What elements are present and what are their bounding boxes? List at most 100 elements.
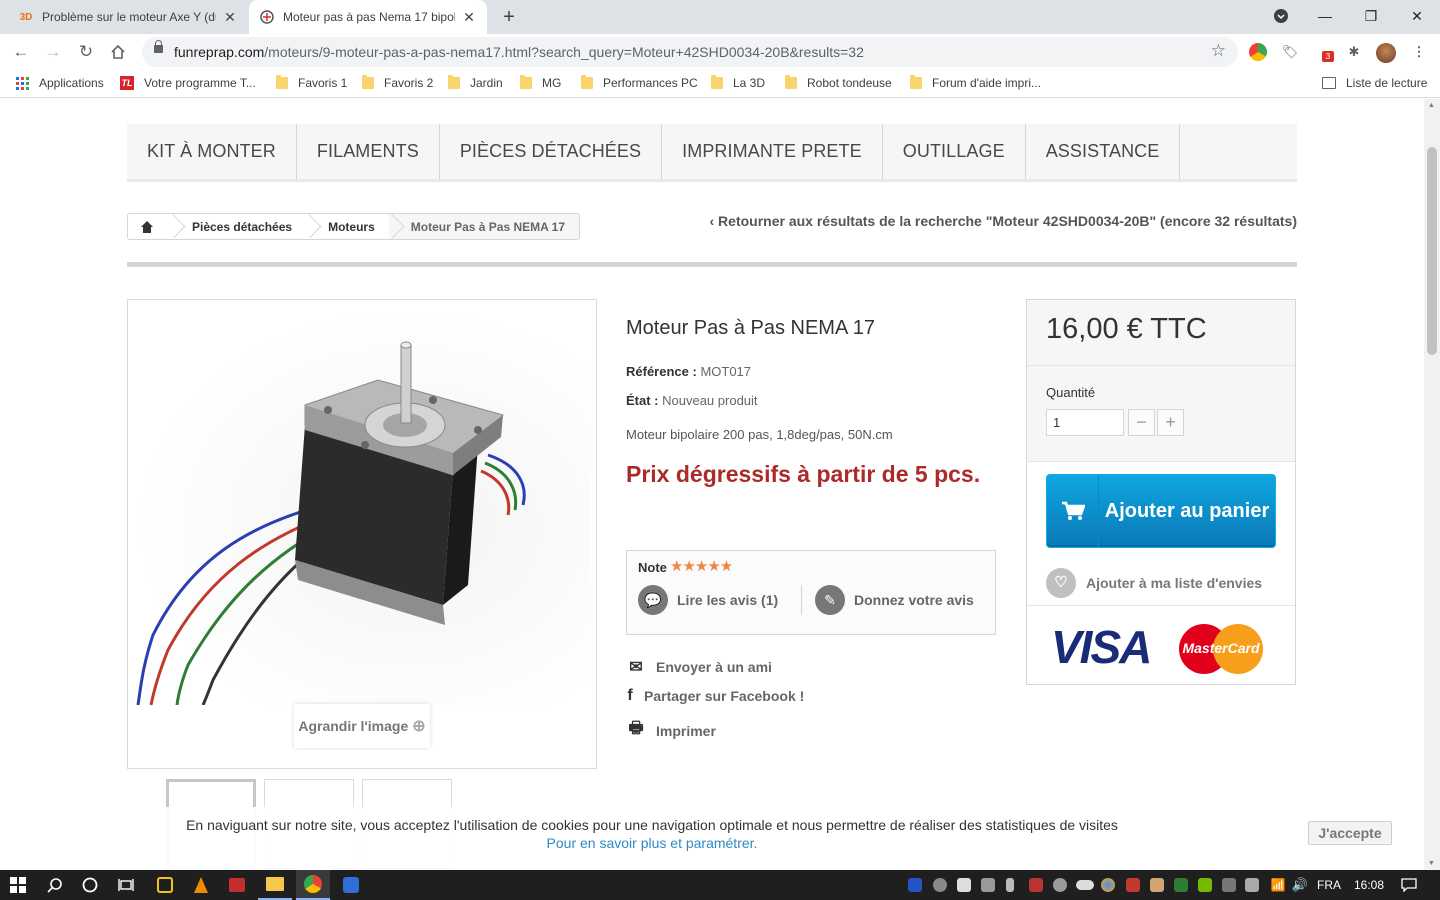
product-image[interactable] xyxy=(133,305,591,706)
tag-extension-icon[interactable]: 🏷 xyxy=(1281,43,1299,61)
extension-green-icon[interactable] xyxy=(1249,43,1267,61)
add-to-wishlist-link[interactable]: ♡ Ajouter à ma liste d'envies xyxy=(1046,568,1262,598)
close-window-icon[interactable]: ✕ xyxy=(1402,4,1432,28)
tray-icon-3[interactable] xyxy=(957,878,971,892)
tray-icon-14[interactable] xyxy=(1222,878,1236,892)
bookmark-jardin[interactable]: Jardin xyxy=(448,75,503,90)
bookmark-favoris-2[interactable]: Favoris 2 xyxy=(362,75,433,90)
page-scrollbar[interactable]: ▲ ▼ xyxy=(1424,99,1440,870)
folder-icon xyxy=(448,75,460,89)
tab-forum[interactable]: 3D Problème sur le moteur Axe Y (du ✕ xyxy=(8,0,248,34)
bookmark-mg[interactable]: MG xyxy=(520,75,561,90)
pencil-icon[interactable]: ✎ xyxy=(815,585,845,615)
bookmark-performances-pc[interactable]: Performances PC xyxy=(581,75,698,90)
windows-start-icon[interactable] xyxy=(0,870,36,900)
forward-icon[interactable]: → xyxy=(41,40,65,64)
tray-icon-4[interactable] xyxy=(981,878,995,892)
search-icon[interactable] xyxy=(40,870,70,900)
tray-icon-11[interactable] xyxy=(1150,878,1164,892)
bookmark-star-icon[interactable]: ☆ xyxy=(1211,41,1226,61)
bookmark-favoris-1[interactable]: Favoris 1 xyxy=(276,75,348,90)
lock-icon xyxy=(154,40,163,53)
back-icon[interactable]: ← xyxy=(9,40,33,64)
menu-assistance[interactable]: Assistance xyxy=(1026,124,1181,179)
product-image-box[interactable]: Agrandir l'image ⊕ xyxy=(127,299,597,769)
folder-icon xyxy=(711,75,723,89)
price-bar: 16,00 € TTC xyxy=(1027,300,1295,366)
accept-cookies-button[interactable]: J'accepte xyxy=(1308,821,1392,845)
share-facebook-link[interactable]: f Partager sur Facebook ! xyxy=(626,687,804,705)
file-explorer-icon[interactable] xyxy=(258,870,292,900)
back-to-results-link[interactable]: ‹ Retourner aux résultats de la recherch… xyxy=(709,213,1297,229)
app-icon-blue[interactable] xyxy=(334,870,368,900)
nvidia-icon[interactable] xyxy=(1198,878,1212,892)
quantity-minus-button[interactable]: − xyxy=(1128,409,1155,436)
bookmark-la-3d[interactable]: La 3D xyxy=(711,75,765,90)
cortana-icon[interactable] xyxy=(76,870,104,900)
cookie-more-link[interactable]: Pour en savoir plus et paramétrer. xyxy=(0,835,1304,851)
app-icon-clock[interactable] xyxy=(150,870,180,900)
comment-icon[interactable]: 💬 xyxy=(638,585,668,615)
tray-icon-5[interactable] xyxy=(1006,878,1014,892)
enlarge-image-button[interactable]: Agrandir l'image ⊕ xyxy=(294,704,430,748)
maximize-icon[interactable]: ❐ xyxy=(1356,4,1386,28)
app-icon-red[interactable] xyxy=(222,870,252,900)
user-extension-icon[interactable]: 3 xyxy=(1313,43,1334,62)
scrollbar-thumb[interactable] xyxy=(1427,147,1437,355)
new-tab-button[interactable]: + xyxy=(498,2,520,32)
tray-icon-9[interactable] xyxy=(1101,878,1115,892)
close-tab-icon[interactable]: ✕ xyxy=(461,9,477,26)
tray-icon-15[interactable] xyxy=(1245,878,1259,892)
task-view-icon[interactable] xyxy=(112,870,140,900)
menu-kit-a-monter[interactable]: Kit à monter xyxy=(127,124,297,179)
add-to-cart-button[interactable]: Ajouter au panier xyxy=(1046,474,1276,548)
breadcrumb-moteurs[interactable]: Moteurs xyxy=(306,214,389,239)
bookmark-votre-programme[interactable]: TL Votre programme T... xyxy=(120,76,256,90)
notifications-icon[interactable] xyxy=(1394,870,1424,900)
tray-icon-7[interactable] xyxy=(1053,878,1067,892)
menu-pieces-detachees[interactable]: Pièces détachées xyxy=(440,124,663,179)
bookmark-robot-tondeuse[interactable]: Robot tondeuse xyxy=(785,75,892,90)
browser-menu-icon[interactable]: ⋮ xyxy=(1410,43,1428,61)
scroll-up-icon[interactable]: ▲ xyxy=(1428,102,1435,109)
menu-imprimante-prete[interactable]: Imprimante prete xyxy=(662,124,883,179)
read-reviews-link[interactable]: Lire les avis (1) xyxy=(677,592,778,608)
vlc-icon[interactable] xyxy=(186,870,216,900)
puzzle-extensions-icon[interactable]: ✱ xyxy=(1345,43,1363,61)
bookmark-label: Favoris 1 xyxy=(298,76,348,90)
menu-filaments[interactable]: Filaments xyxy=(297,124,440,179)
language-indicator[interactable]: FRA xyxy=(1313,870,1345,900)
scroll-down-icon[interactable]: ▼ xyxy=(1428,860,1435,867)
write-review-link[interactable]: Donnez votre avis xyxy=(854,592,974,608)
clock[interactable]: 16:08 xyxy=(1348,870,1390,900)
volume-icon[interactable]: 🔊 xyxy=(1290,870,1310,900)
quantity-plus-button[interactable]: + xyxy=(1157,409,1184,436)
tray-icon-1[interactable] xyxy=(908,878,922,892)
onedrive-icon[interactable] xyxy=(1076,880,1094,890)
tray-icon-10[interactable] xyxy=(1126,878,1140,892)
print-link[interactable]: 🖶 Imprimer xyxy=(626,717,715,744)
share-facebook-label: Partager sur Facebook ! xyxy=(644,688,805,704)
tray-icon-2[interactable] xyxy=(933,878,947,892)
menu-outillage[interactable]: Outillage xyxy=(883,124,1026,179)
minimize-icon[interactable]: — xyxy=(1310,4,1340,28)
send-to-friend-link[interactable]: ✉ Envoyer à un ami xyxy=(626,657,772,677)
bookmark-forum-aide[interactable]: Forum d'aide impri... xyxy=(910,75,1041,90)
shield-icon[interactable] xyxy=(1174,878,1188,892)
wifi-icon[interactable]: 📶 xyxy=(1268,870,1288,900)
bookmark-applications[interactable]: Applications xyxy=(16,76,104,90)
address-bar[interactable]: funreprap.com/moteurs/9-moteur-pas-a-pas… xyxy=(142,37,1238,67)
tab-search-icon[interactable] xyxy=(1266,4,1296,28)
breadcrumb-pieces[interactable]: Pièces détachées xyxy=(170,214,306,239)
chrome-icon[interactable] xyxy=(296,870,330,900)
tab-product[interactable]: Moteur pas à pas Nema 17 bipol ✕ xyxy=(249,0,487,34)
3d-site-icon: 3D xyxy=(19,11,33,23)
buy-box: 16,00 € TTC Quantité 1 − + Ajouter au pa… xyxy=(1026,299,1296,685)
reading-list-button[interactable]: Liste de lecture xyxy=(1322,76,1427,90)
close-tab-icon[interactable]: ✕ xyxy=(222,9,238,26)
tray-icon-6[interactable] xyxy=(1029,878,1043,892)
quantity-input[interactable]: 1 xyxy=(1046,409,1124,436)
profile-avatar[interactable] xyxy=(1376,43,1396,63)
home-icon[interactable] xyxy=(106,40,130,64)
reload-icon[interactable]: ↻ xyxy=(74,40,98,64)
